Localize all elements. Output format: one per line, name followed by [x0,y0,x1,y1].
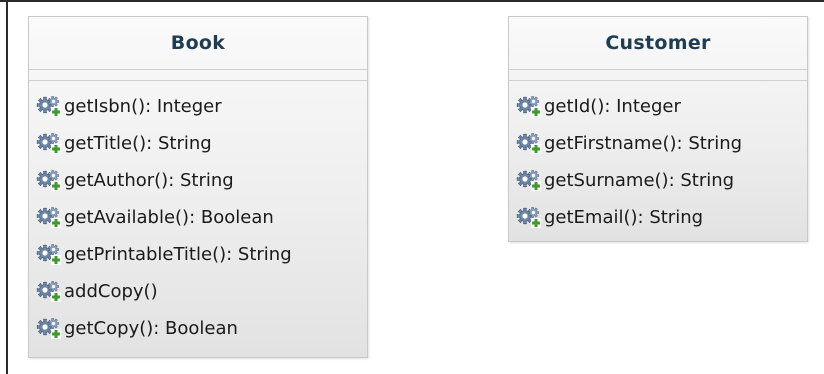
operation-label: getId(): Integer [544,96,681,117]
diagram-canvas: Book getIsbn(): Integer getTitle(): Stri… [0,0,824,374]
gears-plus-icon [36,243,62,267]
operation-label: getAvailable(): Boolean [64,207,274,228]
operation-row[interactable]: getPrintableTitle(): String [29,236,367,273]
gears-plus-icon [36,95,62,119]
gears-plus-icon [36,206,62,230]
operation-label: getCopy(): Boolean [64,318,238,339]
operation-label: getPrintableTitle(): String [64,244,292,265]
gears-plus-icon [36,132,62,156]
class-name: Book [170,32,226,54]
gears-plus-icon [516,206,542,230]
class-header: Customer [509,17,807,70]
operation-label: getIsbn(): Integer [64,96,222,117]
operations-compartment: getId(): Integer getFirstname(): String … [509,81,807,236]
operation-label: getFirstname(): String [544,133,743,154]
gears-plus-icon [36,317,62,341]
uml-class-book[interactable]: Book getIsbn(): Integer getTitle(): Stri… [28,16,368,358]
operation-row[interactable]: getTitle(): String [29,125,367,162]
class-header: Book [29,17,367,70]
operation-label: addCopy() [64,281,158,302]
attributes-compartment [29,70,367,81]
frame-top-border [0,0,824,2]
operation-row[interactable]: getAvailable(): Boolean [29,199,367,236]
operation-row[interactable]: getEmail(): String [509,199,807,236]
operation-label: getAuthor(): String [64,170,234,191]
operation-row[interactable]: getSurname(): String [509,162,807,199]
operation-label: getSurname(): String [544,170,735,191]
operation-row[interactable]: getFirstname(): String [509,125,807,162]
operation-label: getTitle(): String [64,133,212,154]
operation-row[interactable]: getId(): Integer [509,88,807,125]
gears-plus-icon [516,169,542,193]
attributes-compartment [509,70,807,81]
uml-class-customer[interactable]: Customer getId(): Integer getFirstname()… [508,16,808,242]
operation-row[interactable]: addCopy() [29,273,367,310]
gears-plus-icon [516,132,542,156]
gears-plus-icon [36,169,62,193]
operation-row[interactable]: getIsbn(): Integer [29,88,367,125]
class-name: Customer [605,32,711,54]
gears-plus-icon [516,95,542,119]
frame-left-border [6,0,8,374]
gears-plus-icon [36,280,62,304]
operation-row[interactable]: getCopy(): Boolean [29,310,367,347]
operation-label: getEmail(): String [544,207,704,228]
operation-row[interactable]: getAuthor(): String [29,162,367,199]
operations-compartment: getIsbn(): Integer getTitle(): String ge… [29,81,367,347]
